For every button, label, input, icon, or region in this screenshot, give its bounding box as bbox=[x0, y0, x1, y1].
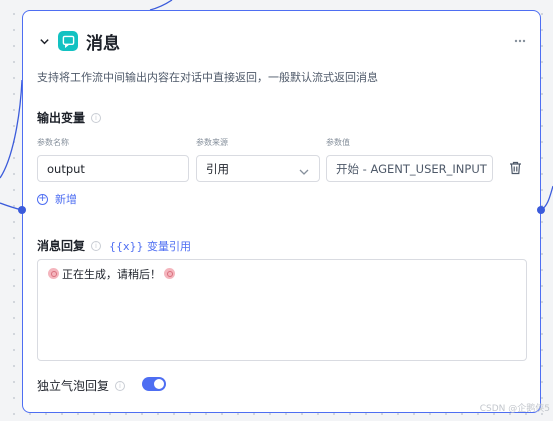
node-header: 消息 bbox=[37, 27, 528, 55]
variable-reference-button[interactable]: {{x}} 变量引用 bbox=[109, 238, 191, 254]
node-title: 消息 bbox=[86, 33, 120, 54]
output-section-title: 输出变量 i bbox=[37, 109, 102, 126]
chevron-down-icon bbox=[299, 165, 309, 179]
param-name-input[interactable]: output bbox=[37, 155, 189, 182]
bubble-section-title: 独立气泡回复 i bbox=[37, 377, 126, 394]
column-param-name: 参数名称 bbox=[37, 138, 69, 147]
param-value-input[interactable]: 开始 - AGENT_USER_INPUT bbox=[326, 155, 493, 182]
message-section-label: 消息回复 bbox=[37, 239, 86, 253]
input-port[interactable] bbox=[18, 206, 26, 214]
info-icon[interactable]: i bbox=[91, 240, 102, 251]
column-param-source: 参数来源 bbox=[196, 138, 228, 147]
info-icon[interactable]: i bbox=[115, 380, 126, 391]
plus-circle-icon: + bbox=[37, 193, 48, 205]
chat-bubble-icon bbox=[58, 31, 78, 51]
param-source-value: 引用 bbox=[206, 161, 229, 176]
bubble-section-label: 独立气泡回复 bbox=[37, 379, 110, 393]
brain-emoji-icon bbox=[48, 268, 59, 279]
output-port[interactable] bbox=[537, 206, 545, 214]
brain-emoji-icon bbox=[164, 268, 175, 279]
independent-bubble-toggle[interactable] bbox=[142, 377, 166, 391]
add-param-button[interactable]: + 新增 bbox=[37, 191, 77, 207]
more-options-icon[interactable] bbox=[512, 33, 528, 49]
message-content-textarea[interactable]: 正在生成，请稍后！ bbox=[37, 259, 527, 361]
column-param-value: 参数值 bbox=[326, 138, 350, 147]
output-section-label: 输出变量 bbox=[37, 111, 86, 125]
info-icon[interactable]: i bbox=[91, 112, 102, 123]
node-description: 支持将工作流中间输出内容在对话中直接返回，一般默认流式返回消息 bbox=[37, 71, 378, 84]
param-source-select[interactable]: 引用 bbox=[196, 155, 320, 182]
delete-row-icon[interactable] bbox=[507, 160, 523, 176]
add-param-label: 新增 bbox=[55, 193, 77, 206]
collapse-chevron-icon[interactable] bbox=[37, 34, 51, 48]
message-content-text: 正在生成，请稍后！ bbox=[62, 268, 161, 281]
watermark: CSDN @企鹅侠5 bbox=[479, 404, 550, 414]
message-node-card[interactable]: 消息 支持将工作流中间输出内容在对话中直接返回，一般默认流式返回消息 输出变量 … bbox=[22, 10, 541, 413]
message-section-title: 消息回复 i {{x}} 变量引用 bbox=[37, 237, 191, 254]
